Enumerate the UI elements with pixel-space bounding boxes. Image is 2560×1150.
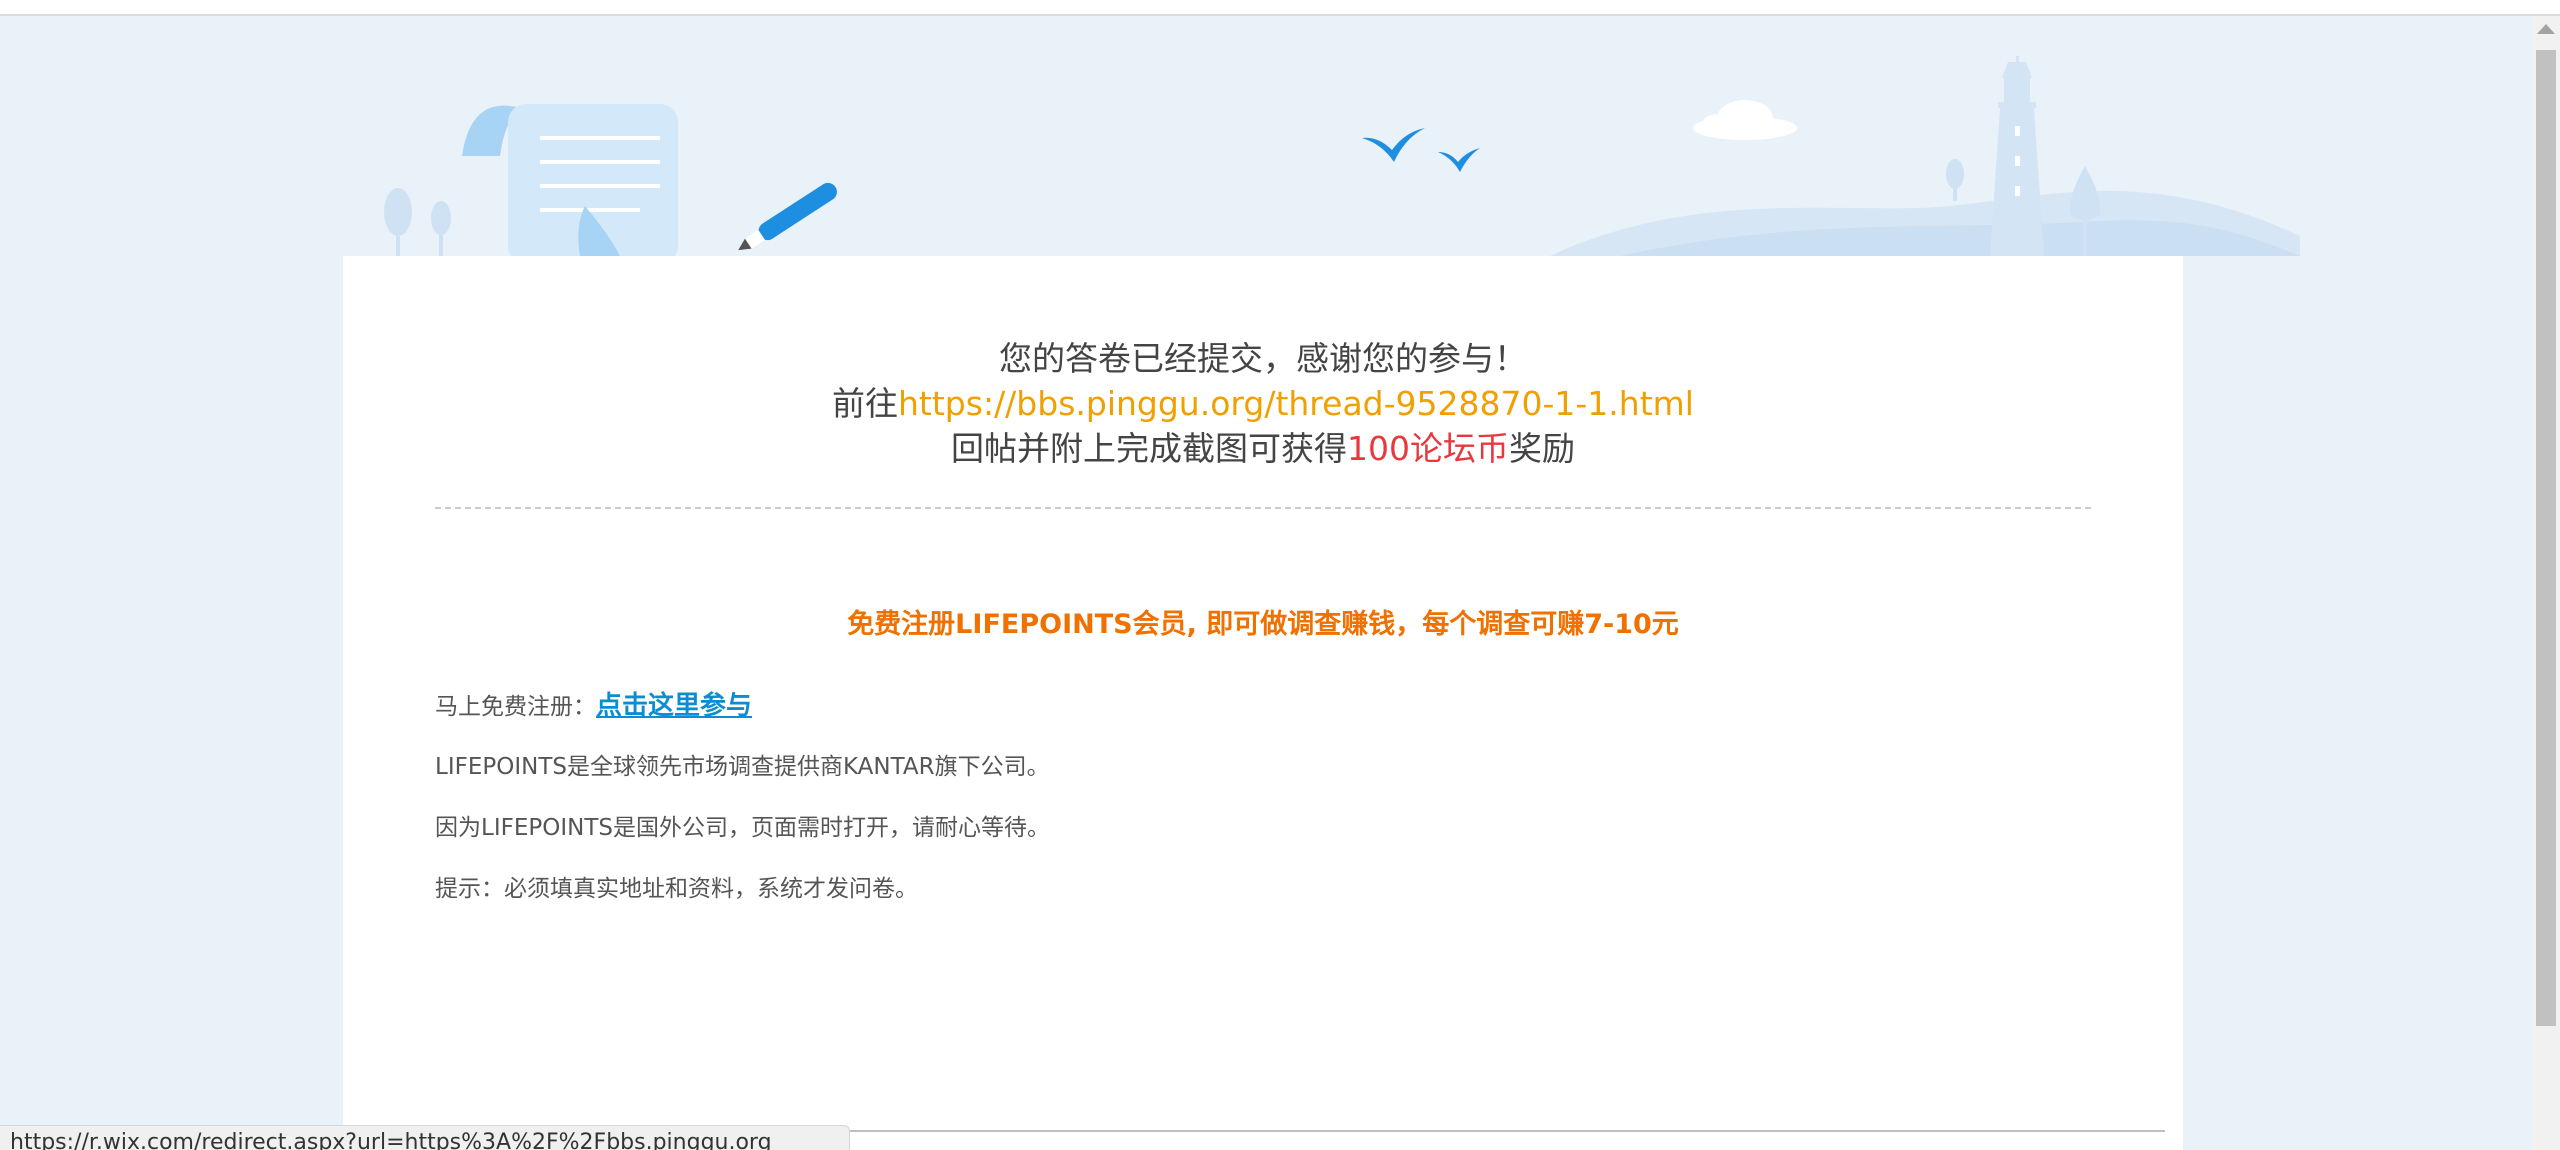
promo-headline: 免费注册LIFEPOINTS会员, 即可做调查赚钱，每个调查可赚7-10元 [847, 609, 1679, 640]
pen-icon [738, 182, 837, 251]
thanks-line: 您的答卷已经提交，感谢您的参与！ [999, 339, 1527, 378]
register-link[interactable]: 点击这里参与 [596, 691, 752, 721]
tip-line: 提示：必须填真实地址和资料，系统才发问卷。 [435, 876, 918, 902]
cloud-icon [1693, 100, 1797, 140]
promo-info: 马上免费注册：点击这里参与 LIFEPOINTS是全球领先市场调查提供商KANT… [435, 686, 2035, 930]
content-card: 您的答卷已经提交，感谢您的参与！ 前往https://bbs.pinggu.or… [343, 256, 2183, 1150]
register-label: 马上免费注册： [435, 694, 596, 720]
wait-notice-line: 因为LIFEPOINTS是国外公司，页面需时打开，请耐心等待。 [435, 815, 1050, 841]
register-line: 马上免费注册：点击这里参与 [435, 686, 2035, 726]
banner-illustration [384, 56, 2300, 256]
reward-prefix: 回帖并附上完成截图可获得 [951, 429, 1347, 468]
link-status-bar: https://r.wix.com/redirect.aspx?url=http… [0, 1125, 850, 1150]
reward-amount: 100论坛币 [1347, 429, 1509, 468]
bird-icon [1362, 128, 1425, 162]
dashed-divider [435, 507, 2091, 509]
tree-icon [2069, 166, 2101, 221]
browser-top-border [0, 0, 2560, 16]
forum-link-line: 前往https://bbs.pinggu.org/thread-9528870-… [343, 381, 2183, 426]
goto-label: 前往 [832, 384, 899, 423]
forum-thread-link[interactable]: https://bbs.pinggu.org/thread-9528870-1-… [898, 384, 1694, 423]
status-url: https://r.wix.com/redirect.aspx?url=http… [10, 1130, 772, 1150]
company-info-line: LIFEPOINTS是全球领先市场调查提供商KANTAR旗下公司。 [435, 754, 1050, 780]
scroll-up-arrow-icon[interactable] [2537, 24, 2555, 34]
scrollbar-thumb[interactable] [2536, 50, 2556, 1026]
reward-suffix: 奖励 [1509, 429, 1575, 468]
reward-line: 回帖并附上完成截图可获得100论坛币奖励 [343, 426, 2183, 471]
bird-icon [1438, 148, 1480, 172]
submission-message: 您的答卷已经提交，感谢您的参与！ 前往https://bbs.pinggu.or… [343, 336, 2183, 471]
